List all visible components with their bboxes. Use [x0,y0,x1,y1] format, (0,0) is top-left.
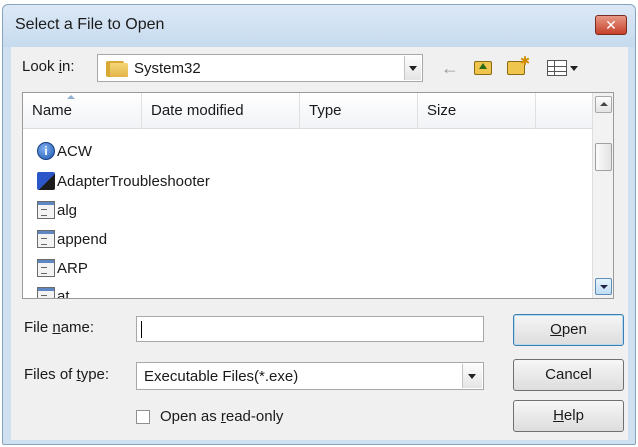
view-menu-button[interactable] [540,56,584,80]
column-header-type[interactable]: Type [300,93,418,129]
sort-ascending-icon [67,95,75,99]
column-header-name[interactable]: Name [23,93,142,129]
look-in-label: Look in: [22,58,75,75]
column-header-label: Date modified [151,102,244,119]
text-caret [141,321,142,338]
app-icon [37,230,55,248]
file-name: ACW [57,142,92,160]
help-button[interactable]: Help [513,400,624,432]
file-name: AdapterTroubleshooter [57,172,210,190]
list-item[interactable]: AdapterTroubleshooter [37,169,210,193]
file-name-label: File name: [24,319,95,336]
back-arrow-icon: ← [441,57,459,78]
file-name: ARP [57,259,88,277]
close-icon: ✕ [605,17,617,33]
file-name: at [57,287,70,299]
chevron-down-icon[interactable] [462,364,482,388]
column-header-size[interactable]: Size [418,93,536,129]
open-button[interactable]: Open [513,314,624,346]
scroll-down-button[interactable] [595,278,612,295]
scroll-thumb[interactable] [595,143,612,171]
chevron-down-icon [569,65,578,71]
file-name: append [57,230,108,248]
app-icon [37,259,55,277]
back-button[interactable]: ← [438,56,462,80]
folder-icon [106,59,128,77]
read-only-label[interactable]: Open as read-only [160,408,283,425]
chevron-down-icon[interactable] [404,56,421,80]
troubleshooter-icon [37,172,55,190]
column-header-label: Name [32,102,73,119]
close-button[interactable]: ✕ [595,15,627,35]
list-item[interactable]: alg [37,198,77,222]
scroll-up-button[interactable] [595,96,612,113]
look-in-dropdown[interactable]: System32 [97,54,423,82]
info-icon: i [37,142,55,160]
title-bar[interactable]: Select a File to Open ✕ [3,5,635,47]
look-in-value: System32 [134,60,201,77]
files-of-type-label: Files of type: [24,366,110,383]
file-name: alg [57,201,78,219]
files-of-type-value: Executable Files(*.exe) [144,368,299,385]
dialog-title: Select a File to Open [15,16,165,33]
list-item[interactable]: ARP [37,256,88,280]
create-new-folder-button[interactable]: ✱ [502,54,530,80]
file-name-input[interactable] [136,316,484,342]
app-icon [37,201,55,219]
list-item[interactable]: at [37,284,70,299]
up-folder-icon [474,61,492,75]
app-icon [37,287,55,298]
file-list[interactable]: Name Date modified Type Size i ACW Adapt… [22,92,614,299]
read-only-checkbox[interactable] [136,410,150,424]
new-folder-icon: ✱ [507,54,530,75]
cancel-button[interactable]: Cancel [513,359,624,391]
file-list-header: Name Date modified Type Size [23,93,593,129]
up-one-level-button[interactable] [470,56,496,80]
vertical-scrollbar[interactable] [592,93,613,298]
list-item[interactable]: i ACW [37,139,92,163]
column-header-date-modified[interactable]: Date modified [142,93,300,129]
view-menu-icon [546,60,567,76]
list-item[interactable]: append [37,227,107,251]
files-of-type-dropdown[interactable]: Executable Files(*.exe) [136,362,484,390]
column-header-label: Type [309,102,342,119]
column-header-label: Size [427,102,457,119]
